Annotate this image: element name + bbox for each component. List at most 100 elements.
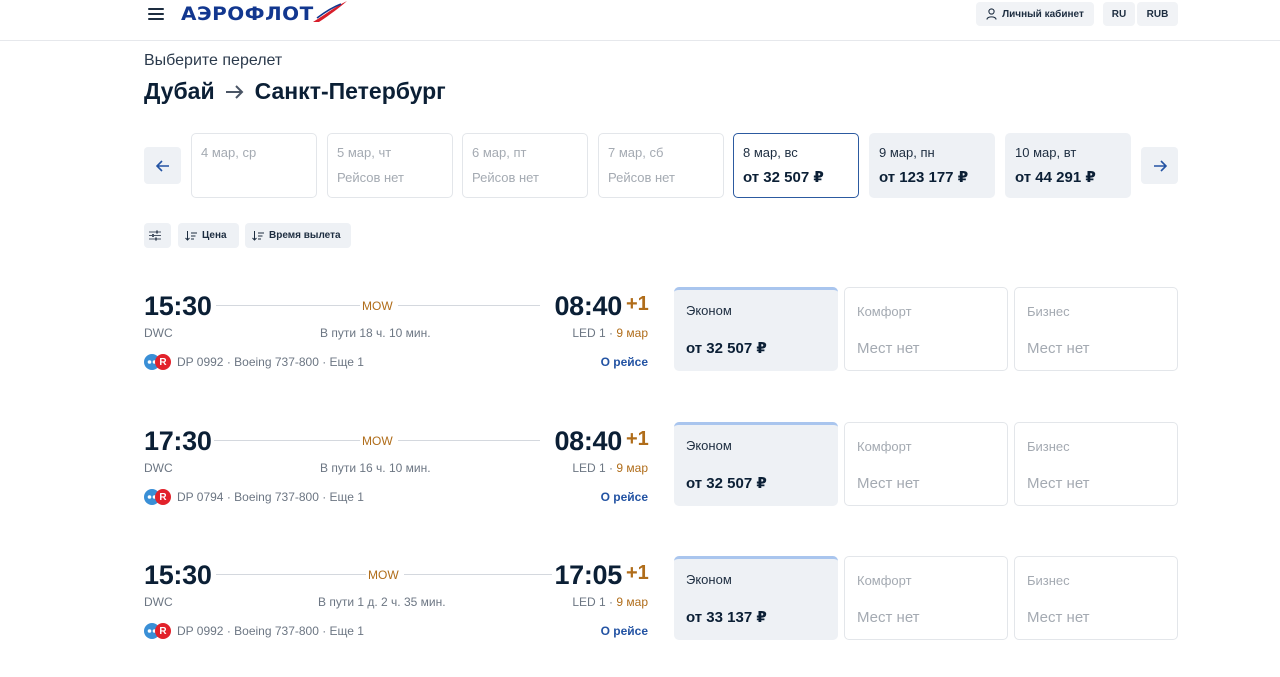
fare-class: Комфорт	[857, 439, 912, 454]
about-flight-link[interactable]: О рейсе	[601, 490, 648, 504]
arrow-right-icon	[1153, 159, 1167, 172]
arrival-airport: LED 1 · 9 мар	[572, 461, 648, 475]
date-price: Рейсов нет	[337, 170, 404, 185]
about-flight-link[interactable]: О рейсе	[601, 355, 648, 369]
arrival-time: 08:40	[554, 291, 622, 321]
transfer-airport: MOW	[362, 434, 393, 448]
flight-duration: В пути 18 ч. 10 мин.	[320, 326, 431, 340]
date-price: от 44 291 ₽	[1015, 169, 1096, 186]
filter-settings-button[interactable]	[144, 223, 171, 248]
top-header: АЭРОФЛОТ Личный кабинет RU RUB	[0, 0, 1280, 41]
menu-icon[interactable]	[148, 8, 164, 22]
date-label: 8 мар, вс	[743, 145, 798, 160]
arrival-time: 08:40	[554, 426, 622, 456]
fare-comfort[interactable]: Комфорт Мест нет	[844, 556, 1008, 640]
fare-economy[interactable]: Эконом от 33 137 ₽	[674, 556, 838, 640]
rossiya-logo-icon: R	[155, 623, 171, 639]
airline-info: R DP 0992 · Boeing 737-800 · Еще 1	[144, 623, 364, 639]
flight-row[interactable]: 15:30 MOW 17:05 +1 DWC В пути 1 д. 2 ч. …	[144, 556, 1180, 646]
date-price: от 32 507 ₽	[743, 169, 824, 186]
sort-icon	[252, 230, 264, 241]
route-line	[214, 440, 360, 441]
departure-time: 15:30	[144, 560, 212, 590]
date-price: от 123 177 ₽	[879, 169, 969, 186]
route-line	[216, 305, 360, 306]
transfer-airport: MOW	[362, 299, 393, 313]
next-day-badge: +1	[626, 428, 649, 450]
fare-business[interactable]: Бизнес Мест нет	[1014, 556, 1178, 640]
language-button[interactable]: RU	[1103, 2, 1135, 26]
destination-city: Санкт-Петербург	[254, 78, 446, 104]
date-card[interactable]: 9 мар, пн от 123 177 ₽	[869, 133, 995, 198]
route-title: Дубай Санкт-Петербург	[144, 78, 446, 105]
date-label: 9 мар, пн	[879, 145, 935, 160]
arrival-code: LED 1 ·	[572, 326, 617, 340]
currency-button[interactable]: RUB	[1137, 2, 1178, 26]
route-line	[404, 574, 552, 575]
sort-price-button[interactable]: Цена	[178, 223, 239, 248]
fare-economy[interactable]: Эконом от 32 507 ₽	[674, 287, 838, 371]
fare-class: Бизнес	[1027, 573, 1070, 588]
fare-class: Комфорт	[857, 304, 912, 319]
route-line	[398, 440, 540, 441]
airline-info: R DP 0992 · Boeing 737-800 · Еще 1	[144, 354, 364, 370]
about-flight-link[interactable]: О рейсе	[601, 624, 648, 638]
fare-business[interactable]: Бизнес Мест нет	[1014, 422, 1178, 506]
fare-class: Бизнес	[1027, 304, 1070, 319]
fare-price: от 32 507 ₽	[686, 475, 767, 492]
date-price: Рейсов нет	[472, 170, 539, 185]
next-day-badge: +1	[626, 562, 649, 584]
aeroflot-logo[interactable]: АЭРОФЛОТ	[181, 1, 349, 26]
logo-text: АЭРОФЛОТ	[181, 3, 314, 25]
fare-price: Мест нет	[857, 475, 920, 492]
sort-price-label: Цена	[202, 230, 227, 241]
departure-airport: DWC	[144, 326, 173, 340]
date-label: 7 мар, сб	[608, 145, 664, 160]
prev-dates-button[interactable]	[144, 147, 181, 184]
date-label: 6 мар, пт	[472, 145, 527, 160]
flight-duration: В пути 1 д. 2 ч. 35 мин.	[318, 595, 446, 609]
date-card[interactable]: 6 мар, пт Рейсов нет	[462, 133, 588, 198]
date-card[interactable]: 5 мар, чт Рейсов нет	[327, 133, 453, 198]
fare-price: от 33 137 ₽	[686, 609, 767, 626]
departure-time: 15:30	[144, 291, 212, 321]
cabinet-label: Личный кабинет	[1002, 8, 1084, 20]
date-card[interactable]: 7 мар, сб Рейсов нет	[598, 133, 724, 198]
date-price: Рейсов нет	[608, 170, 675, 185]
arrival-code: LED 1 ·	[572, 461, 617, 475]
arrival-airport: LED 1 · 9 мар	[572, 326, 648, 340]
fare-comfort[interactable]: Комфорт Мест нет	[844, 287, 1008, 371]
date-card[interactable]: 4 мар, ср	[191, 133, 317, 198]
sliders-icon	[149, 230, 161, 241]
rossiya-logo-icon: R	[155, 354, 171, 370]
airline-logos: R	[144, 354, 171, 370]
flight-duration: В пути 16 ч. 10 мин.	[320, 461, 431, 475]
cabinet-button[interactable]: Личный кабинет	[976, 2, 1094, 26]
fare-price: Мест нет	[857, 340, 920, 357]
fare-comfort[interactable]: Комфорт Мест нет	[844, 422, 1008, 506]
fare-price: Мест нет	[1027, 340, 1090, 357]
date-label: 4 мар, ср	[201, 145, 257, 160]
arrow-right-icon	[225, 84, 245, 100]
fare-price: от 32 507 ₽	[686, 340, 767, 357]
fare-business[interactable]: Бизнес Мест нет	[1014, 287, 1178, 371]
fare-economy[interactable]: Эконом от 32 507 ₽	[674, 422, 838, 506]
arrow-left-icon	[155, 159, 169, 172]
sort-time-button[interactable]: Время вылета	[245, 223, 351, 248]
transfer-airport: MOW	[368, 568, 399, 582]
arrival-date: 9 мар	[616, 326, 648, 340]
flight-row[interactable]: 17:30 MOW 08:40 +1 DWC В пути 16 ч. 10 м…	[144, 422, 1180, 512]
flight-row[interactable]: 15:30 MOW 08:40 +1 DWC В пути 18 ч. 10 м…	[144, 287, 1180, 377]
fare-class: Эконом	[686, 572, 732, 587]
date-label: 10 мар, вт	[1015, 145, 1077, 160]
next-dates-button[interactable]	[1141, 147, 1178, 184]
date-card[interactable]: 10 мар, вт от 44 291 ₽	[1005, 133, 1131, 198]
route-line	[398, 305, 540, 306]
arrival-time: 17:05	[554, 560, 622, 590]
sort-icon	[185, 230, 197, 241]
arrival-airport: LED 1 · 9 мар	[572, 595, 648, 609]
arrival-date: 9 мар	[616, 595, 648, 609]
date-card-selected[interactable]: 8 мар, вс от 32 507 ₽	[733, 133, 859, 198]
airline-logos: R	[144, 489, 171, 505]
rossiya-logo-icon: R	[155, 489, 171, 505]
